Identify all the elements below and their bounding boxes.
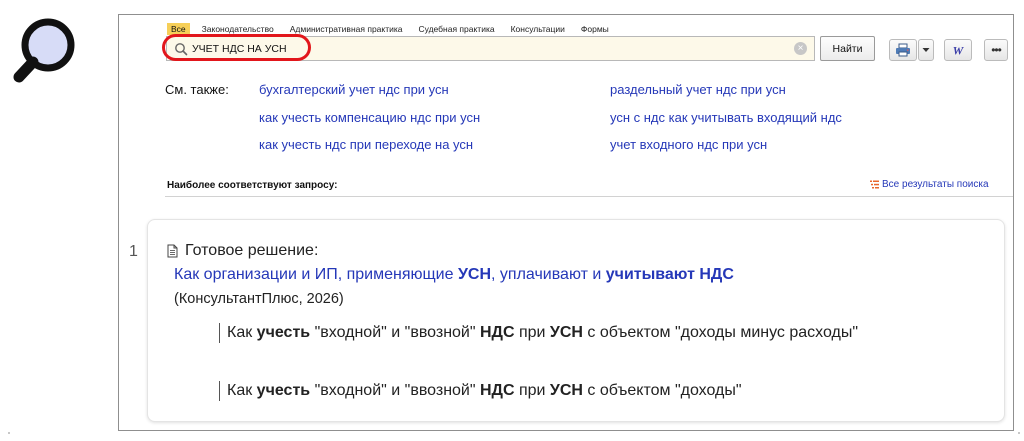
result-type-label: Готовое решение: (185, 242, 319, 259)
snippet-keyword: НДС (479, 382, 515, 399)
all-results-label: Все результаты поиска (882, 179, 989, 190)
title-keyword: учитывают (605, 266, 695, 283)
results-list-icon (870, 180, 879, 189)
result-snippet[interactable]: Как учесть "входной" и "ввозной" НДС при… (219, 381, 899, 401)
print-button[interactable] (889, 39, 917, 61)
corner-mark (8, 432, 10, 434)
results-section-title: Наиболее соответствуют запросу: (167, 180, 338, 191)
more-icon: ••• (991, 43, 1002, 57)
result-number: 1 (129, 243, 138, 260)
title-keyword: УСН (457, 266, 492, 283)
divider (165, 196, 1013, 197)
snippet-keyword: УСН (549, 382, 583, 399)
filter-tab-consultations[interactable]: Консультации (507, 23, 569, 35)
search-icon (175, 43, 188, 56)
see-also-link[interactable]: раздельный учет ндс при усн (610, 82, 786, 97)
print-options-button[interactable] (918, 39, 934, 61)
svg-text:W: W (953, 44, 965, 58)
snippet-segment: с объектом "доходы" (582, 382, 742, 399)
filter-tabs: Все Законодательство Административная пр… (167, 23, 613, 35)
filter-tab-legislation[interactable]: Законодательство (198, 23, 278, 35)
title-segment: , уплачивают и (491, 266, 606, 283)
title-keyword: НДС (699, 266, 734, 283)
word-icon: W (953, 44, 965, 58)
see-also-link[interactable]: бухгалтерский учет ндс при усн (259, 82, 449, 97)
see-also-link[interactable]: учет входного ндс при усн (610, 137, 767, 152)
chevron-down-icon (922, 48, 930, 52)
see-also-link[interactable]: как учесть компенсацию ндс при усн (259, 110, 480, 125)
magnifier-icon (13, 18, 75, 83)
find-button[interactable]: Найти (820, 36, 875, 61)
snippet-keyword: УСН (549, 324, 583, 341)
filter-tab-all[interactable]: Все (167, 23, 190, 35)
printer-icon (896, 43, 910, 57)
corner-mark (1018, 432, 1020, 434)
snippet-keyword: учесть (256, 324, 311, 341)
result-source: (КонсультантПлюс, 2026) (174, 291, 344, 307)
result-title-link[interactable]: Как организации и ИП, применяющие УСН, у… (174, 266, 734, 284)
search-box: × (166, 36, 815, 61)
snippet-keyword: учесть (256, 382, 311, 399)
snippet-segment: при (514, 324, 550, 341)
snippet-segment: при (514, 382, 550, 399)
document-icon (167, 244, 178, 258)
snippet-keyword: НДС (479, 324, 515, 341)
snippet-segment: Как (227, 382, 257, 399)
search-input[interactable] (192, 40, 772, 57)
see-also-link[interactable]: усн с ндс как учитывать входящий ндс (610, 110, 842, 125)
search-results-panel: Все Законодательство Административная пр… (118, 14, 1014, 431)
snippet-segment: Как (227, 324, 257, 341)
more-options-button[interactable]: ••• (984, 39, 1008, 61)
snippet-segment: "входной" и "ввозной" (310, 382, 480, 399)
see-also-label: См. также: (165, 82, 229, 97)
filter-tab-forms[interactable]: Формы (577, 23, 613, 35)
filter-tab-court-practice[interactable]: Судебная практика (414, 23, 498, 35)
see-also-link[interactable]: как учесть ндс при переходе на усн (259, 137, 473, 152)
snippet-segment: с объектом "доходы минус расходы" (582, 324, 859, 341)
filter-tab-administrative-practice[interactable]: Административная практика (286, 23, 407, 35)
title-segment: Как организации и ИП, применяющие (174, 266, 458, 283)
result-snippet[interactable]: Как учесть "входной" и "ввозной" НДС при… (219, 323, 899, 343)
clear-search-icon[interactable]: × (794, 42, 807, 55)
all-results-link[interactable]: Все результаты поиска (870, 179, 989, 190)
export-to-word-button[interactable]: W (944, 39, 972, 61)
snippet-segment: "входной" и "ввозной" (310, 324, 480, 341)
